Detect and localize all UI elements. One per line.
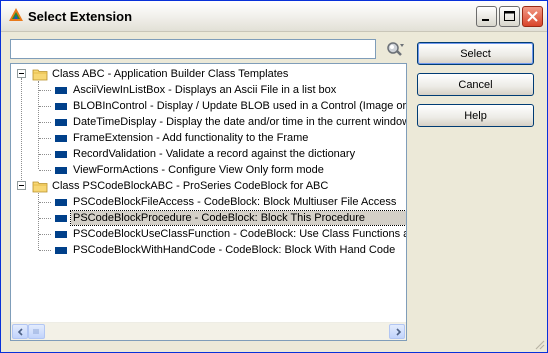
tree-line [39,122,51,123]
tree-item[interactable]: ViewFormActions - Configure View Only fo… [11,162,406,178]
window-title: Select Extension [28,9,133,24]
tree-item[interactable]: FrameExtension - Add functionality to th… [11,130,406,146]
extension-icon [55,135,67,142]
minimize-icon [482,19,489,21]
maximize-icon [504,11,515,21]
extension-icon [55,231,67,238]
folder-icon [32,181,48,193]
grip-lines-icon [33,329,39,334]
tree-line [39,138,51,139]
tree-item[interactable]: RecordValidation - Validate a record aga… [11,146,406,162]
select-extension-dialog: Select Extension Class ABC - Application… [0,0,548,353]
collapse-icon[interactable] [17,69,26,78]
tree-line [39,106,51,107]
tree-item-selected[interactable]: PSCodeBlockProcedure - CodeBlock: Block … [11,210,406,226]
tree-item-label: PSCodeBlockFileAccess - CodeBlock: Block… [73,196,397,208]
scroll-right-button[interactable] [389,324,405,339]
tree-item-label: RecordValidation - Validate a record aga… [73,148,356,160]
select-button[interactable]: Select [417,42,534,65]
extension-icon [55,151,67,158]
tree-item[interactable]: PSCodeBlockFileAccess - CodeBlock: Block… [11,194,406,210]
tree-item-label: PSCodeBlockWithHandCode - CodeBlock: Blo… [73,244,396,256]
scroll-left-button[interactable] [12,324,28,339]
search-icon[interactable] [384,39,406,59]
horizontal-scrollbar[interactable] [11,322,406,340]
resize-grip-icon[interactable] [533,338,545,350]
close-icon [527,11,538,22]
tree-item[interactable]: DateTimeDisplay - Display the date and/o… [11,114,406,130]
tree-line [39,90,51,91]
tree-item-label: BLOBInControl - Display / Update BLOB us… [73,100,407,112]
tree-item-label: PSCodeBlockProcedure - CodeBlock: Block … [70,210,406,226]
scroll-thumb[interactable] [28,324,45,339]
extension-icon [55,215,67,222]
tree-group-label: Class ABC - Application Builder Class Te… [52,68,289,80]
tree-item[interactable]: PSCodeBlockUseClassFunction - CodeBlock:… [11,226,406,242]
extension-tree[interactable]: Class ABC - Application Builder Class Te… [10,63,407,341]
clarion-triangle-icon [9,8,23,21]
tree-line [39,234,51,235]
cancel-button[interactable]: Cancel [417,73,534,96]
tree-item[interactable]: AsciiViewInListBox - Displays an Ascii F… [11,82,406,98]
search-input[interactable] [10,39,376,59]
tree-line [39,202,51,203]
folder-icon [32,69,48,81]
extension-icon [55,103,67,110]
tree-line [39,250,51,251]
maximize-button[interactable] [499,6,520,27]
extension-icon [55,199,67,206]
tree-item-label: AsciiViewInListBox - Displays an Ascii F… [73,84,337,96]
tree-line [39,170,51,171]
tree-item-label: PSCodeBlockUseClassFunction - CodeBlock:… [73,228,407,240]
tree-group-class-pscodeblockabc[interactable]: Class PSCodeBlockABC - ProSeries CodeBlo… [11,178,406,194]
extension-icon [55,87,67,94]
arrow-left-icon [17,328,23,336]
tree-group-class-abc[interactable]: Class ABC - Application Builder Class Te… [11,66,406,82]
minimize-button[interactable] [476,6,497,27]
extension-icon [55,247,67,254]
tree-group-label: Class PSCodeBlockABC - ProSeries CodeBlo… [52,180,329,192]
title-bar[interactable]: Select Extension [1,1,547,32]
tree-item[interactable]: BLOBInControl - Display / Update BLOB us… [11,98,406,114]
tree-line [39,218,51,219]
tree-line [39,154,51,155]
extension-icon [55,119,67,126]
help-button[interactable]: Help [417,104,534,127]
tree-item-label: ViewFormActions - Configure View Only fo… [73,164,324,176]
collapse-icon[interactable] [17,181,26,190]
arrow-right-icon [396,328,402,336]
tree-item[interactable]: PSCodeBlockWithHandCode - CodeBlock: Blo… [11,242,406,258]
tree-item-label: DateTimeDisplay - Display the date and/o… [73,116,407,128]
extension-icon [55,167,67,174]
close-button[interactable] [522,6,543,27]
tree-item-label: FrameExtension - Add functionality to th… [73,132,309,144]
